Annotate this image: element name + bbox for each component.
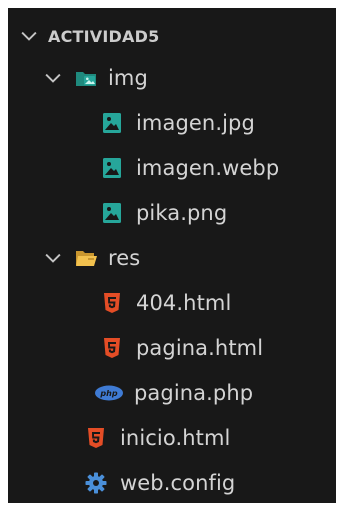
explorer-root-header[interactable]: ACTIVIDAD5 — [8, 16, 336, 56]
file-label: pika.png — [136, 201, 228, 225]
image-file-icon — [103, 158, 121, 178]
folder-label: img — [108, 66, 148, 90]
html5-icon — [104, 293, 120, 313]
file-item[interactable]: inicio.html — [8, 416, 336, 460]
file-item[interactable]: imagen.webp — [8, 146, 336, 190]
chevron-down-icon[interactable] — [42, 247, 64, 269]
file-label: imagen.jpg — [136, 111, 255, 135]
file-label: inicio.html — [120, 426, 231, 450]
php-icon: php — [95, 385, 123, 401]
file-label: pagina.php — [134, 381, 254, 405]
file-label: 404.html — [136, 291, 232, 315]
resource-folder-icon — [76, 251, 97, 266]
file-item[interactable]: web.config — [8, 461, 336, 503]
file-explorer: ACTIVIDAD5 img imagen.jpg imagen.webp pi… — [8, 8, 336, 503]
explorer-root-label: ACTIVIDAD5 — [48, 26, 160, 46]
svg-text:php: php — [99, 389, 117, 398]
folder-img[interactable]: img — [8, 56, 336, 100]
gear-icon — [85, 472, 107, 494]
chevron-down-icon[interactable] — [42, 67, 64, 89]
image-folder-icon — [76, 72, 96, 86]
file-label: pagina.html — [136, 336, 264, 360]
file-item[interactable]: imagen.jpg — [8, 101, 336, 145]
folder-label: res — [108, 246, 141, 270]
file-label: imagen.webp — [136, 156, 280, 180]
file-item[interactable]: php pagina.php — [8, 371, 336, 415]
file-item[interactable]: pika.png — [8, 191, 336, 235]
html5-icon — [104, 338, 120, 358]
image-file-icon — [103, 203, 121, 223]
chevron-down-icon[interactable] — [18, 25, 40, 47]
file-item[interactable]: 404.html — [8, 281, 336, 325]
image-file-icon — [103, 113, 121, 133]
file-item[interactable]: pagina.html — [8, 326, 336, 370]
html5-icon — [88, 428, 104, 448]
folder-res[interactable]: res — [8, 236, 336, 280]
file-label: web.config — [120, 471, 236, 495]
